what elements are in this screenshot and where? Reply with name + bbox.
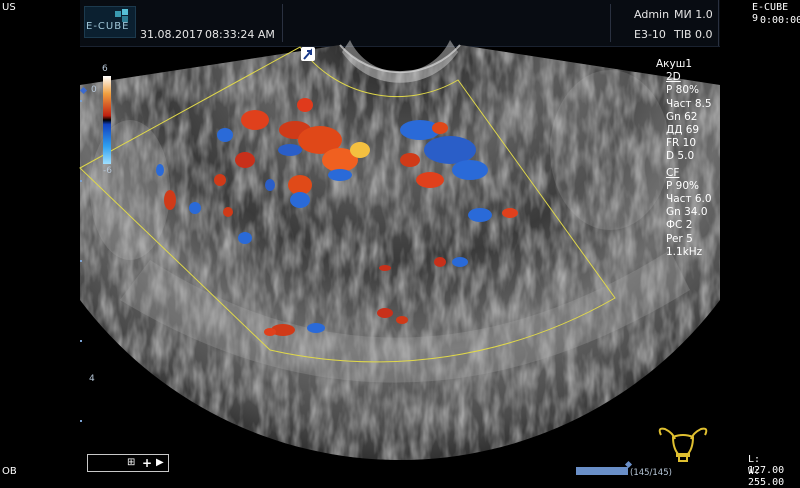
frequency-2d: Част 8.5 <box>666 97 712 110</box>
cine-frame-counter: (145/145) <box>630 468 672 478</box>
cine-progress-bar[interactable] <box>576 467 628 475</box>
grid-icon[interactable]: ⊞ <box>127 455 135 471</box>
color-scale-zero: 0 <box>91 85 97 95</box>
image-control-bar: ⊞ + ▶ <box>87 454 169 472</box>
prf: 1.1kHz <box>666 245 703 258</box>
depth-label: 4 <box>89 374 95 384</box>
parameter-panel: Акуш1 2D P 80% Част 8.5 Gn 62 ДД 69 FR 1… <box>656 58 712 259</box>
frequency-cf: Част 6.0 <box>666 193 712 206</box>
persistence: Per 5 <box>666 232 693 245</box>
wall-filter: ФС 2 <box>666 219 693 232</box>
power-2d: P 80% <box>666 84 700 97</box>
play-icon[interactable]: ▶ <box>156 455 164 471</box>
power-cf: P 90% <box>666 179 700 192</box>
mode-cf-heading: CF <box>666 166 680 179</box>
window-width: W: 255.00 <box>748 466 785 488</box>
preset-name: Акуш1 <box>656 58 693 70</box>
frame-rate: FR 10 <box>666 137 697 150</box>
color-scale-min: -6 <box>103 166 112 176</box>
depth: D 5.0 <box>666 150 695 163</box>
dynamic-range: ДД 69 <box>666 124 700 137</box>
mode-2d-heading: 2D <box>666 71 681 84</box>
color-doppler-scale <box>103 76 111 164</box>
depth-ruler <box>80 100 84 460</box>
color-scale-max: 6 <box>102 64 108 74</box>
uterus-body-mark-icon <box>655 425 711 465</box>
gain-cf: Gn 34.0 <box>666 206 708 219</box>
gain-2d: Gn 62 <box>666 110 698 123</box>
orientation-icon <box>301 47 315 61</box>
add-icon[interactable]: + <box>142 455 152 471</box>
